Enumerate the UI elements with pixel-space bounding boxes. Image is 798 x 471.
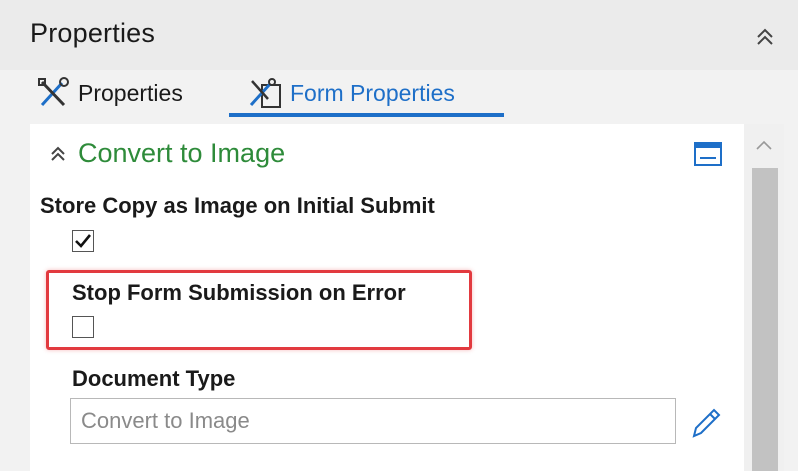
edit-document-type-button[interactable] — [688, 404, 722, 440]
document-type-label: Document Type — [72, 366, 236, 391]
double-chevron-up-icon — [757, 28, 773, 45]
form-properties-icon — [249, 78, 281, 108]
scroll-up-button[interactable] — [744, 130, 784, 160]
stop-submission-checkbox[interactable] — [72, 316, 94, 338]
stop-submission-label: Stop Form Submission on Error — [72, 280, 406, 305]
active-tab-indicator — [229, 113, 504, 117]
checkmark-icon — [75, 234, 92, 248]
tab-form-properties[interactable]: Form Properties — [248, 70, 455, 116]
document-type-input[interactable] — [70, 398, 676, 444]
tools-icon — [38, 77, 69, 107]
chevron-up-icon — [756, 140, 772, 150]
store-copy-label: Store Copy as Image on Initial Submit — [40, 193, 435, 218]
store-copy-checkbox[interactable] — [72, 230, 94, 252]
panel-header: Properties — [0, 0, 798, 70]
section-title: Convert to Image — [78, 138, 286, 168]
scrollbar-thumb[interactable] — [752, 168, 778, 471]
panel-collapse-button[interactable] — [752, 24, 778, 50]
panel-title: Properties — [30, 18, 156, 48]
properties-panel: Properties Properties Form Properties Co… — [0, 0, 798, 471]
tab-form-properties-label: Form Properties — [290, 79, 455, 106]
panel-icon — [694, 142, 722, 166]
tab-properties[interactable]: Properties — [36, 70, 183, 116]
pencil-icon — [692, 408, 721, 438]
panel-layout-button[interactable] — [694, 142, 722, 166]
tab-properties-label: Properties — [78, 79, 183, 106]
section-convert-to-image[interactable]: Convert to Image — [48, 138, 285, 169]
tab-strip: Properties Form Properties — [0, 70, 798, 120]
double-chevron-up-icon — [51, 146, 65, 161]
